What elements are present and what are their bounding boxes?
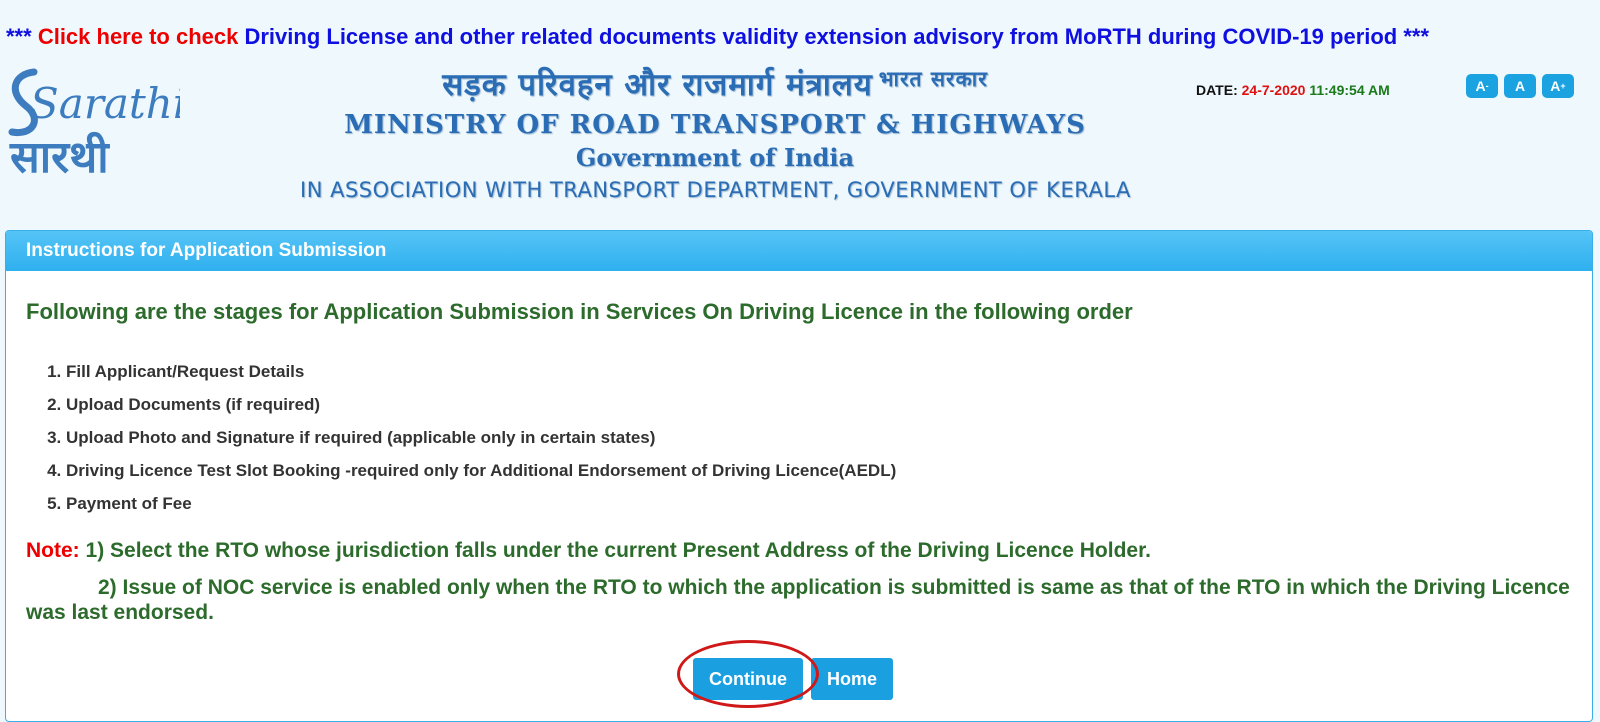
advisory-link[interactable]: Click here to check	[38, 24, 239, 49]
sarathi-logo-english: Sarathi	[30, 79, 180, 128]
time-value: 11:49:54 AM	[1309, 82, 1390, 98]
panel-title: Instructions for Application Submission	[6, 231, 1592, 271]
hindi-ministry-name: सड़क परिवहन और राजमार्ग मंत्रालय	[442, 67, 873, 103]
note-1: Note: 1) Select the RTO whose jurisdicti…	[26, 538, 1572, 563]
advisory-prefix: ***	[6, 24, 32, 49]
covid-advisory-banner: *** Click here to check Driving License …	[6, 24, 1429, 50]
hindi-government-label: भारत सरकार	[878, 67, 988, 91]
font-increase-sup: +	[1560, 81, 1566, 91]
government-of-india: Government of India	[575, 143, 855, 172]
ministry-english-title: MINISTRY OF ROAD TRANSPORT & HIGHWAYS	[344, 110, 1086, 140]
font-normal-label: A	[1514, 78, 1526, 94]
font-size-controls: A- A A +	[1466, 74, 1574, 98]
advisory-suffix: ***	[1403, 24, 1430, 49]
association-line: IN ASSOCIATION WITH TRANSPORT DEPARTMENT…	[300, 178, 1131, 202]
date-value: 24-7-2020	[1241, 82, 1306, 98]
advisory-message: Driving License and other related docume…	[244, 24, 1398, 49]
action-buttons: Continue Home	[693, 658, 894, 700]
instructions-panel: Instructions for Application Submission …	[5, 230, 1593, 722]
sarathi-logo-hindi: सारथी	[9, 131, 110, 182]
font-increase-button[interactable]: A +	[1542, 74, 1574, 98]
panel-body: Following are the stages for Application…	[6, 271, 1592, 625]
font-decrease-sup: -	[1485, 81, 1489, 91]
font-decrease-button[interactable]: A-	[1466, 74, 1498, 98]
font-decrease-label: A	[1475, 78, 1486, 94]
continue-button[interactable]: Continue	[693, 658, 803, 700]
font-normal-button[interactable]: A	[1504, 74, 1536, 98]
stage-item: Upload Photo and Signature if required (…	[66, 421, 1572, 454]
date-time-display: DATE: 24-7-2020 11:49:54 AM	[1196, 82, 1390, 98]
note-1-text: 1) Select the RTO whose jurisdiction fal…	[85, 539, 1151, 562]
stages-intro: Following are the stages for Application…	[26, 299, 1133, 324]
ministry-header: सड़क परिवहन और राजमार्ग मंत्रालय भारत सरक…	[300, 62, 1130, 206]
stage-item: Payment of Fee	[66, 487, 1572, 520]
note-2: 2) Issue of NOC service is enabled only …	[26, 576, 1570, 624]
stage-item: Driving Licence Test Slot Booking -requi…	[66, 454, 1572, 487]
stage-item: Fill Applicant/Request Details	[66, 355, 1572, 388]
sarathi-logo: Sarathi सारथी	[8, 68, 180, 182]
home-button[interactable]: Home	[811, 658, 894, 700]
stage-item: Upload Documents (if required)	[66, 388, 1572, 421]
font-increase-label: A	[1550, 78, 1561, 94]
date-label: DATE:	[1196, 82, 1238, 98]
note-label: Note:	[26, 539, 80, 562]
ministry-hindi-title: सड़क परिवहन और राजमार्ग मंत्रालय भारत सरक…	[300, 62, 1130, 108]
stages-list: Fill Applicant/Request Details Upload Do…	[26, 355, 1572, 520]
